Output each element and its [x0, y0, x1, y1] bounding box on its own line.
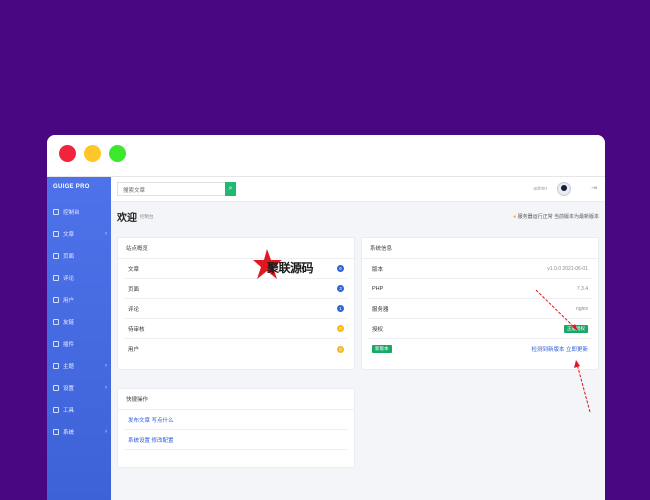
sidebar-item-label: 文章 [63, 232, 75, 238]
window-titlebar [47, 135, 605, 177]
site-overview-card: 站点概览 文章 6 页面 3 评论 1 待审核 0 用户 0 [117, 237, 355, 370]
list-item[interactable]: 发布文章 写点什么 [124, 410, 348, 430]
list-item[interactable]: 页面 3 [124, 279, 348, 299]
logout-icon[interactable]: ⇥ [591, 184, 597, 192]
list-item: 服务器 nginx [368, 299, 592, 319]
system-icon [53, 429, 59, 435]
card-title: 系统信息 [362, 238, 598, 259]
sidebar-item-comments[interactable]: 评论 [47, 267, 111, 289]
close-window-button[interactable] [59, 145, 76, 162]
top-bar: 搜索文章 ⌕ admin ⇥ [111, 177, 605, 202]
count-badge: 0 [337, 325, 344, 332]
list-item: 版本 v1.0.0 2021-06-01 [368, 259, 592, 279]
card-title: 快捷操作 [118, 389, 354, 410]
sidebar-item-label: 友链 [63, 320, 75, 326]
maximize-window-button[interactable] [109, 145, 126, 162]
row-label: 待审核 [128, 326, 145, 333]
list-item[interactable]: 用户 0 [124, 339, 348, 359]
sidebar-item-tools[interactable]: 工具 [47, 399, 111, 421]
row-label: PHP [372, 285, 384, 292]
system-notice: ● 服务器运行正常 当前版本为最新版本 [513, 213, 599, 220]
list-item[interactable]: 评论 1 [124, 299, 348, 319]
user-name[interactable]: admin [533, 186, 547, 192]
sidebar-item-settings[interactable]: 设置 › [47, 377, 111, 399]
row-label: 文章 [128, 266, 140, 273]
row-value: nginx [576, 305, 588, 312]
shortcuts-card: 快捷操作 发布文章 写点什么 系统设置 修改配置 [117, 388, 355, 468]
chevron-right-icon: › [105, 429, 107, 435]
wrench-icon [53, 407, 59, 413]
license-badge: 正版授权 [564, 324, 588, 333]
chevron-right-icon: › [105, 385, 107, 391]
notice-text: 服务器运行正常 当前版本为最新版本 [517, 214, 599, 220]
sidebar-item-label: 用户 [63, 298, 75, 304]
count-badge: 0 [337, 345, 344, 353]
row-label: 用户 [128, 347, 140, 353]
count-badge: 1 [337, 305, 344, 312]
search-button[interactable]: ⌕ [225, 182, 236, 196]
row-label: 页面 [128, 286, 140, 293]
sidebar-item-links[interactable]: 友链 [47, 311, 111, 333]
search-input[interactable]: 搜索文章 [117, 182, 235, 196]
row-label: 版本 [372, 266, 384, 273]
sidebar: GUIGE PRO 控制台 文章 › 页面 评论 用户 友链 插件 主题 › 设置 ›… [47, 177, 111, 500]
page-header: 欢迎 控制台 ● 服务器运行正常 当前版本为最新版本 [111, 202, 605, 232]
sidebar-item-dashboard[interactable]: 控制台 [47, 201, 111, 223]
sidebar-item-articles[interactable]: 文章 › [47, 223, 111, 245]
watermark-text: 聚联源码 [267, 261, 314, 275]
sidebar-item-plugins[interactable]: 插件 [47, 333, 111, 355]
avatar[interactable] [557, 182, 571, 196]
update-link[interactable]: 检测到新版本 立即更新 [531, 345, 588, 353]
system-info-card: 系统信息 版本 v1.0.0 2021-06-01 PHP 7.3.4 服务器 ngi… [361, 237, 599, 370]
update-badge: 新版本 [372, 345, 392, 353]
sidebar-item-label: 评论 [63, 276, 75, 282]
row-label: 评论 [128, 306, 140, 313]
list-item: PHP 7.3.4 [368, 279, 592, 299]
sidebar-item-label: 插件 [63, 342, 75, 348]
shortcut-link[interactable]: 系统设置 修改配置 [128, 436, 174, 444]
app-window: GUIGE PRO 控制台 文章 › 页面 评论 用户 友链 插件 主题 › 设置 ›… [47, 135, 605, 500]
shortcut-link[interactable]: 发布文章 写点什么 [128, 416, 174, 424]
row-value: 7.3.4 [576, 285, 588, 292]
page-title: 欢迎 [117, 213, 137, 224]
lightbulb-icon: ● [513, 214, 517, 220]
sidebar-item-label: 系统 [63, 430, 75, 436]
sidebar-item-themes[interactable]: 主题 › [47, 355, 111, 377]
list-item: 授权 正版授权 [368, 319, 592, 339]
plugin-icon [53, 341, 59, 347]
article-icon [53, 231, 59, 237]
sidebar-item-label: 主题 [63, 364, 75, 370]
row-label: 授权 [372, 326, 384, 333]
chevron-right-icon: › [105, 363, 107, 369]
sidebar-item-system[interactable]: 系统 › [47, 421, 111, 443]
main-content: 搜索文章 ⌕ admin ⇥ 欢迎 控制台 ● 服务器运行正常 当前版本为最新版… [111, 177, 605, 500]
row-value: v1.0.0 2021-06-01 [547, 265, 588, 272]
page-icon [53, 253, 59, 259]
brand-logo: GUIGE PRO [53, 184, 90, 190]
sidebar-item-label: 工具 [63, 408, 75, 414]
link-icon [53, 319, 59, 325]
list-item[interactable]: 系统设置 修改配置 [124, 430, 348, 450]
theme-icon [53, 363, 59, 369]
sidebar-item-label: 设置 [63, 386, 75, 392]
sidebar-item-label: 控制台 [63, 210, 80, 216]
chevron-right-icon: › [105, 231, 107, 237]
sidebar-item-label: 页面 [63, 254, 75, 260]
sidebar-item-pages[interactable]: 页面 [47, 245, 111, 267]
count-badge: 6 [337, 265, 344, 272]
page-subtitle: 控制台 [140, 214, 154, 219]
sidebar-item-users[interactable]: 用户 [47, 289, 111, 311]
comment-icon [53, 275, 59, 281]
minimize-window-button[interactable] [84, 145, 101, 162]
dashboard-icon [53, 209, 59, 215]
row-label: 服务器 [372, 306, 389, 313]
gear-icon [53, 385, 59, 391]
list-item: 新版本 检测到新版本 立即更新 [368, 339, 592, 359]
user-icon [53, 297, 59, 303]
search-icon: ⌕ [228, 185, 233, 192]
watermark-logo: 聚联源码 [253, 247, 319, 281]
count-badge: 3 [337, 285, 344, 292]
list-item[interactable]: 待审核 0 [124, 319, 348, 339]
